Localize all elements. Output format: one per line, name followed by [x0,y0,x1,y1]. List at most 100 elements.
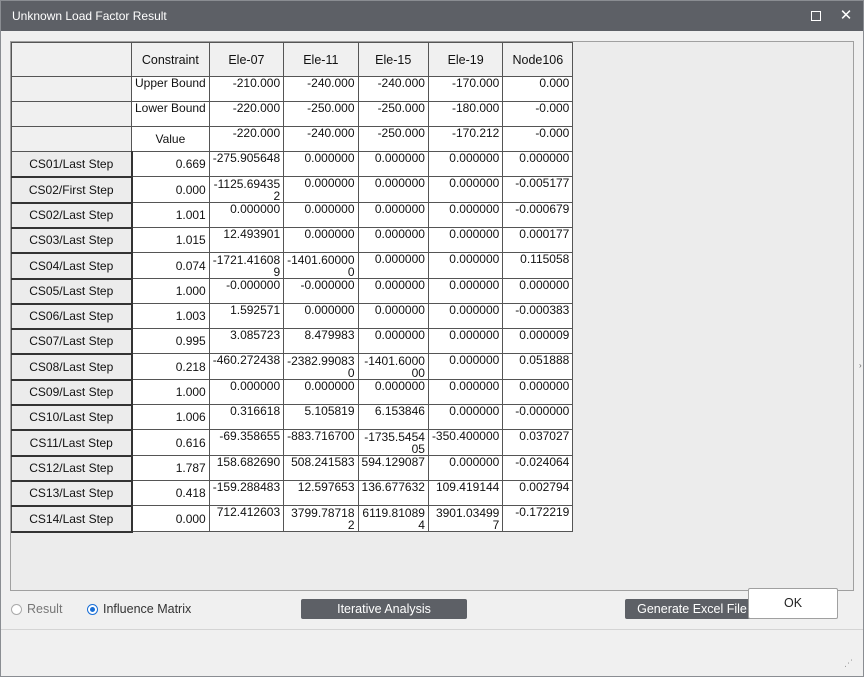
value-cell[interactable]: 0.000000 [208,202,285,228]
value-cell[interactable]: 508.241583 [283,455,359,481]
load-factor-cell[interactable]: 0.074 [131,252,210,279]
bound-value-cell[interactable]: -170.000 [427,76,504,102]
column-header[interactable]: Ele-15 [357,42,429,77]
bound-value-cell[interactable]: -180.000 [427,101,504,127]
row-header[interactable]: CS09/Last Step [11,379,133,406]
row-header[interactable]: CS03/Last Step [11,227,133,254]
bound-value-cell[interactable]: -220.000 [208,126,285,152]
value-cell[interactable]: -0.000679 [502,202,574,228]
bound-value-cell[interactable]: -250.000 [357,126,429,152]
value-cell[interactable]: -1125.694352 [208,176,285,203]
value-cell[interactable]: 0.000009 [502,328,574,354]
value-cell[interactable]: -159.288483 [208,480,285,506]
value-cell[interactable]: 0.000000 [427,151,504,177]
bound-value-cell[interactable]: -220.000 [208,101,285,127]
value-cell[interactable]: -1735.545405 [357,429,429,456]
column-header[interactable]: Ele-11 [283,42,359,77]
value-cell[interactable]: 0.000000 [283,202,359,228]
value-cell[interactable]: 0.000000 [427,455,504,481]
value-cell[interactable]: -2382.990830 [283,353,359,380]
value-cell[interactable]: 8.479983 [283,328,359,354]
bound-value-cell[interactable]: -250.000 [283,101,359,127]
value-cell[interactable]: 158.682690 [208,455,285,481]
value-cell[interactable]: 0.000000 [283,379,359,405]
value-cell[interactable]: -1401.600000 [283,252,359,279]
value-cell[interactable]: 0.000000 [427,303,504,329]
value-cell[interactable]: -1401.600000 [357,353,429,380]
value-cell[interactable]: 0.037027 [502,429,574,456]
row-header[interactable]: CS14/Last Step [11,505,133,533]
bound-value-cell[interactable]: -0.000 [502,101,574,127]
load-factor-cell[interactable]: 0.218 [131,353,210,380]
row-header[interactable]: CS06/Last Step [11,303,133,330]
bound-value-cell[interactable]: -170.212 [427,126,504,152]
value-cell[interactable]: 0.000000 [357,227,429,253]
influence-matrix-radio[interactable]: Influence Matrix [87,602,191,616]
load-factor-cell[interactable]: 0.669 [131,151,210,177]
value-cell[interactable]: 0.000000 [283,227,359,253]
load-factor-cell[interactable]: 1.006 [131,404,210,430]
value-cell[interactable]: 0.000000 [427,176,504,203]
value-cell[interactable]: -0.172219 [502,505,574,532]
load-factor-cell[interactable]: 1.003 [131,303,210,329]
value-cell[interactable]: 0.051888 [502,353,574,380]
iterative-analysis-button[interactable]: Iterative Analysis [301,599,467,619]
value-cell[interactable]: 0.000000 [427,252,504,279]
column-header[interactable]: Ele-07 [208,42,285,77]
row-header[interactable]: CS01/Last Step [11,151,133,178]
close-icon[interactable]: ✕ [833,1,859,31]
row-header[interactable]: CS08/Last Step [11,353,133,381]
value-cell[interactable]: 0.000000 [357,328,429,354]
value-cell[interactable]: 0.000000 [427,278,504,304]
bound-value-cell[interactable]: -210.000 [208,76,285,102]
value-cell[interactable]: 0.000177 [502,227,574,253]
bound-value-cell[interactable]: -0.000 [502,126,574,152]
value-cell[interactable]: 6119.810894 [357,505,429,532]
load-factor-cell[interactable]: 0.418 [131,480,210,506]
column-header[interactable]: Constraint [131,42,210,77]
bound-value-cell[interactable]: -240.000 [283,126,359,152]
value-cell[interactable]: -350.400000 [427,429,504,456]
value-cell[interactable]: 12.597653 [283,480,359,506]
value-cell[interactable]: -0.000383 [502,303,574,329]
value-cell[interactable]: -69.358655 [208,429,285,456]
value-cell[interactable]: 0.000000 [208,379,285,405]
load-factor-cell[interactable]: 0.616 [131,429,210,456]
value-cell[interactable]: 594.129087 [357,455,429,481]
bound-value-cell[interactable]: -240.000 [283,76,359,102]
value-cell[interactable]: 0.000000 [357,303,429,329]
row-header[interactable]: CS02/Last Step [11,202,133,229]
load-factor-cell[interactable]: 0.995 [131,328,210,354]
value-cell[interactable]: 0.000000 [283,151,359,177]
value-cell[interactable]: 6.153846 [357,404,429,430]
row-header[interactable]: CS02/First Step [11,176,133,204]
value-cell[interactable]: 0.000000 [283,176,359,203]
load-factor-cell[interactable]: 0.000 [131,505,210,532]
bound-value-cell[interactable]: -250.000 [357,101,429,127]
value-cell[interactable]: 0.000000 [357,379,429,405]
value-cell[interactable]: 3.085723 [208,328,285,354]
value-cell[interactable]: -275.905648 [208,151,285,177]
row-header[interactable]: CS13/Last Step [11,480,133,507]
column-header[interactable]: Ele-19 [427,42,504,77]
value-cell[interactable]: 0.002794 [502,480,574,506]
row-header[interactable]: CS11/Last Step [11,429,133,457]
value-cell[interactable]: 0.316618 [208,404,285,430]
resize-grip-icon[interactable]: ⋰ [844,658,854,668]
row-header[interactable]: CS07/Last Step [11,328,133,355]
value-cell[interactable]: 136.677632 [357,480,429,506]
bound-value-cell[interactable]: 0.000 [502,76,574,102]
value-cell[interactable]: 1.592571 [208,303,285,329]
load-factor-cell[interactable]: 1.000 [131,379,210,405]
ok-button[interactable]: OK [748,588,838,619]
result-radio[interactable]: Result [11,602,62,616]
value-cell[interactable]: -0.024064 [502,455,574,481]
row-header[interactable]: CS04/Last Step [11,252,133,280]
value-cell[interactable]: 712.412603 [208,505,285,532]
maximize-icon[interactable] [803,1,829,31]
value-cell[interactable]: 5.105819 [283,404,359,430]
value-cell[interactable]: 0.000000 [357,252,429,279]
value-cell[interactable]: 0.000000 [427,202,504,228]
value-cell[interactable]: 0.000000 [502,278,574,304]
bound-value-cell[interactable]: -240.000 [357,76,429,102]
